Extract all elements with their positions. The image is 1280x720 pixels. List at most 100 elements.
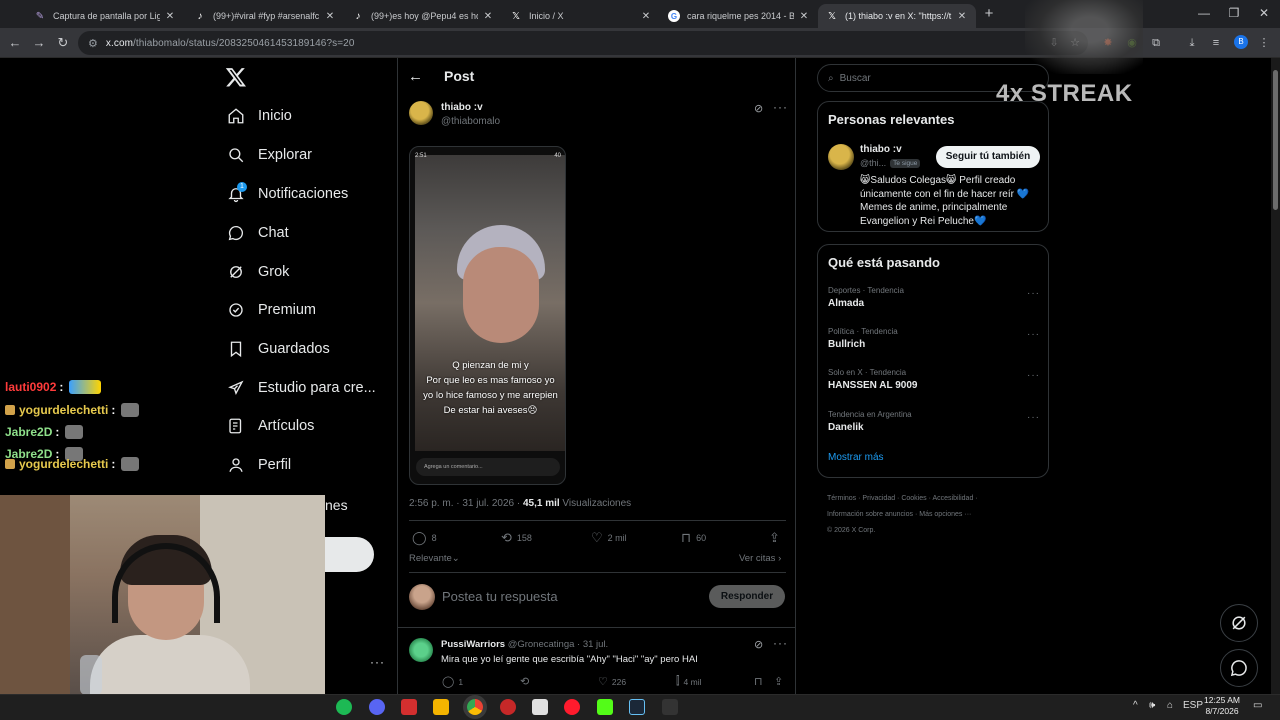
- avatar[interactable]: [828, 144, 854, 170]
- volume-icon[interactable]: 🕪: [1149, 700, 1155, 711]
- footer-link[interactable]: Información sobre anuncios: [827, 511, 913, 518]
- app-icon[interactable]: [500, 699, 516, 715]
- app-icon[interactable]: [532, 699, 548, 715]
- like-button[interactable]: ♡ 226: [598, 675, 626, 688]
- close-icon[interactable]: ✕: [324, 11, 336, 22]
- steam-icon[interactable]: [629, 699, 645, 715]
- menu-icon[interactable]: ⋮: [1256, 35, 1272, 51]
- address-bar[interactable]: ⚙ x.com/thiabomalo/status/20832504614531…: [78, 31, 1088, 55]
- more-options-icon[interactable]: ···: [1027, 329, 1040, 340]
- show-more-link[interactable]: Mostrar más: [828, 452, 884, 463]
- close-icon[interactable]: ✕: [164, 11, 176, 22]
- notification-center-icon[interactable]: ▭: [1253, 700, 1262, 711]
- responder-button[interactable]: Responder: [709, 585, 785, 608]
- reply-author[interactable]: PussiWarriors @Gronecatinga · 31 jul.: [441, 639, 608, 650]
- author-name[interactable]: thiabo :v: [441, 102, 483, 113]
- nav-item-premium[interactable]: Premium: [226, 297, 316, 323]
- footer-link[interactable]: Accesibilidad: [932, 495, 973, 502]
- more-options-icon[interactable]: ···: [1027, 412, 1040, 423]
- account-menu-icon[interactable]: ···: [370, 655, 385, 669]
- share-button[interactable]: ⇪: [774, 675, 787, 688]
- footer-link[interactable]: Privacidad: [862, 495, 895, 502]
- grok-icon[interactable]: ⊘: [754, 102, 763, 115]
- follow-back-button[interactable]: Seguir tú también: [936, 146, 1040, 168]
- bookmark-button[interactable]: ⊓: [754, 675, 767, 688]
- reply-button[interactable]: ◯ 1: [442, 675, 463, 688]
- trend-item[interactable]: Solo en X · Tendencia HANSSEN AL 9009 ··…: [828, 368, 1040, 391]
- nav-item-estudio[interactable]: Estudio para cre...: [226, 375, 376, 401]
- close-window-icon[interactable]: ✕: [1254, 6, 1274, 20]
- footer-link[interactable]: Más opciones ···: [919, 511, 971, 518]
- nav-item-guardados[interactable]: Guardados: [226, 336, 330, 362]
- repost-button[interactable]: ⟲: [520, 675, 533, 688]
- close-icon[interactable]: ✕: [956, 11, 968, 22]
- more-options-icon[interactable]: ···: [773, 636, 788, 650]
- reply-button[interactable]: ◯ 8: [412, 530, 437, 546]
- share-button[interactable]: ⇪: [769, 530, 785, 546]
- discord-icon[interactable]: [369, 699, 385, 715]
- more-options-icon[interactable]: ···: [773, 100, 788, 114]
- views-button[interactable]: ⫿ 4 mil: [676, 675, 701, 688]
- avatar[interactable]: [409, 638, 433, 662]
- folder-icon[interactable]: [433, 699, 449, 715]
- back-icon[interactable]: ←: [6, 34, 24, 52]
- trend-item[interactable]: Tendencia en Argentina Danelik ···: [828, 410, 1040, 433]
- new-tab-button[interactable]: +: [980, 5, 998, 23]
- nav-item-grok[interactable]: Grok: [226, 259, 289, 285]
- nav-item-partial-label[interactable]: nes: [325, 497, 348, 513]
- back-arrow-icon[interactable]: ←: [408, 68, 436, 85]
- app-icon[interactable]: [662, 699, 678, 715]
- tray-chevron-icon[interactable]: ^: [1133, 700, 1138, 711]
- grok-icon[interactable]: ⊘: [754, 638, 763, 651]
- forward-icon[interactable]: →: [30, 34, 48, 52]
- reply-input[interactable]: Postea tu respuesta: [442, 589, 558, 604]
- trend-item[interactable]: Deportes · Tendencia Almada ···: [828, 286, 1040, 309]
- relevant-user-name[interactable]: thiabo :v: [860, 144, 902, 155]
- nav-item-chat[interactable]: Chat: [226, 220, 289, 246]
- bookmark-button[interactable]: ⊓ 60: [681, 530, 706, 546]
- close-icon[interactable]: ✕: [798, 11, 810, 22]
- reply-sort-dropdown[interactable]: Relevante⌄: [409, 553, 460, 564]
- nav-item-perfil[interactable]: Perfil: [226, 452, 291, 478]
- tab-lightshot[interactable]: ✎ Captura de pantalla por Lightsh ✕: [26, 4, 184, 28]
- post-compose-button[interactable]: [325, 537, 374, 572]
- network-icon[interactable]: ⌂: [1167, 700, 1173, 711]
- post-timestamp[interactable]: 2:56 p. m. · 31 jul. 2026 ·: [409, 498, 523, 509]
- puzzle-icon[interactable]: ⧉: [1148, 35, 1164, 51]
- messages-floating-button[interactable]: [1220, 649, 1258, 687]
- author-handle[interactable]: @thiabomalo: [441, 116, 500, 127]
- like-button[interactable]: ♡ 2 mil: [591, 530, 627, 546]
- language-indicator[interactable]: ESP: [1183, 700, 1203, 711]
- opera-icon[interactable]: [564, 699, 580, 715]
- trend-item[interactable]: Política · Tendencia Bullrich ···: [828, 327, 1040, 350]
- more-options-icon[interactable]: ···: [1027, 370, 1040, 381]
- nav-item-inicio[interactable]: Inicio: [226, 103, 292, 129]
- system-clock[interactable]: 12:25 AM 8/7/2026: [1202, 695, 1242, 717]
- close-icon[interactable]: ✕: [482, 11, 494, 22]
- profile-avatar[interactable]: B: [1234, 35, 1248, 49]
- footer-link[interactable]: Cookies: [901, 495, 926, 502]
- tab-tiktok-1[interactable]: ♪ (99+)#viral #fyp #arsenalfc wha ✕: [186, 4, 344, 28]
- tab-tiktok-2[interactable]: ♪ (99+)es hoy @Pepu4 es hoy #b ✕: [344, 4, 502, 28]
- x-logo-icon[interactable]: [225, 66, 247, 88]
- more-options-icon[interactable]: ···: [1027, 288, 1040, 299]
- download-icon[interactable]: ⤓: [1184, 35, 1200, 51]
- scrollbar-thumb[interactable]: [1273, 70, 1278, 210]
- chrome-icon[interactable]: [467, 699, 483, 715]
- tab-x-home[interactable]: 𝕏 Inicio / X ✕: [502, 4, 660, 28]
- kick-icon[interactable]: [597, 699, 613, 715]
- post-video[interactable]: Q pienzan de mi y Por que leo es mas fam…: [409, 146, 566, 485]
- nav-item-articulos[interactable]: Artículos: [226, 413, 314, 439]
- footer-link[interactable]: Términos: [827, 495, 856, 502]
- close-icon[interactable]: ✕: [640, 11, 652, 22]
- view-quotes-link[interactable]: Ver citas ›: [739, 553, 781, 564]
- grok-floating-button[interactable]: [1220, 604, 1258, 642]
- media-control-icon[interactable]: ≡: [1208, 35, 1224, 51]
- minimize-icon[interactable]: —: [1194, 6, 1214, 20]
- app-icon[interactable]: [401, 699, 417, 715]
- reload-icon[interactable]: ↻: [54, 34, 72, 52]
- nav-item-explorar[interactable]: Explorar: [226, 142, 312, 168]
- site-info-icon[interactable]: ⚙: [88, 37, 98, 50]
- tab-x-post[interactable]: 𝕏 (1) thiabo :v en X: "https://t.co/ ✕: [818, 4, 976, 28]
- spotify-icon[interactable]: [336, 699, 352, 715]
